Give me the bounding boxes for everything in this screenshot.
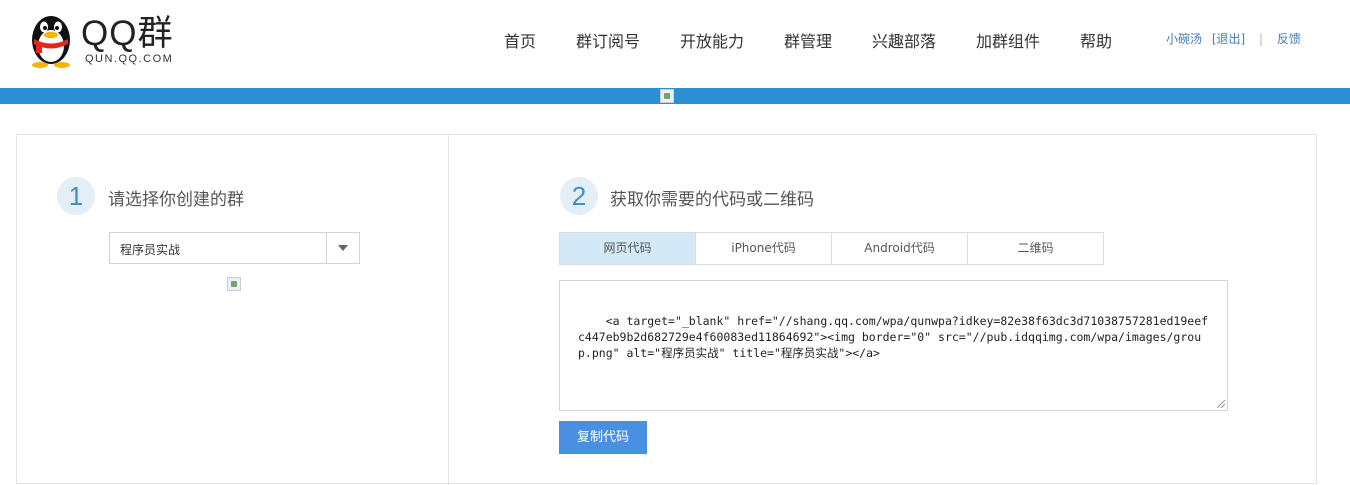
feedback-link[interactable]: 反馈 [1277,32,1301,46]
user-area: 小碗汤 [退出] | 反馈 [1166,30,1301,47]
tab-android-code[interactable]: Android代码 [832,233,968,264]
resize-handle-icon[interactable] [1217,400,1225,408]
code-text: <a target="_blank" href="//shang.qq.com/… [578,314,1209,360]
step1-title: 请选择你创建的群 [108,190,244,210]
logo-title: QQ群 [81,14,174,53]
tab-iphone-code[interactable]: iPhone代码 [696,233,832,264]
panel-divider [448,135,449,485]
step2-title: 获取你需要的代码或二维码 [610,190,814,210]
code-tabs: 网页代码 iPhone代码 Android代码 二维码 [559,232,1104,265]
username-link[interactable]: 小碗汤 [1166,32,1202,46]
qq-group-logo[interactable]: QQ群 QUN.QQ.COM [27,10,197,70]
nav-open[interactable]: 开放能力 [680,28,744,52]
logout-link[interactable]: [退出] [1212,32,1245,46]
logo-subtitle: QUN.QQ.COM [85,53,174,65]
nav-home[interactable]: 首页 [504,28,536,52]
code-generator-panel: 1 请选择你创建的群 程序员实战 2 获取你需要的代码或二维码 网页代码 iPh… [16,134,1317,485]
group-select[interactable]: 程序员实战 [109,232,360,264]
code-textarea[interactable]: <a target="_blank" href="//shang.qq.com/… [559,280,1228,411]
step2-number: 2 [560,177,598,215]
copy-code-button[interactable]: 复制代码 [559,421,647,454]
user-separator: | [1259,32,1264,46]
nav-help[interactable]: 帮助 [1080,28,1112,52]
group-select-value: 程序员实战 [120,243,181,257]
banner-bar [0,88,1350,104]
qq-penguin-icon [32,16,70,68]
broken-image-icon [227,277,241,291]
nav-subscription[interactable]: 群订阅号 [576,28,640,52]
tab-web-code[interactable]: 网页代码 [560,233,696,264]
step1-number: 1 [57,177,95,215]
chevron-down-icon[interactable] [326,233,359,263]
broken-image-icon [660,89,674,103]
nav-tribe[interactable]: 兴趣部落 [872,28,936,52]
header: QQ群 QUN.QQ.COM 首页 群订阅号 开放能力 群管理 兴趣部落 加群组… [0,0,1350,88]
nav-manage[interactable]: 群管理 [784,28,832,52]
tab-qr-code[interactable]: 二维码 [968,233,1103,264]
nav-widget[interactable]: 加群组件 [976,28,1040,52]
